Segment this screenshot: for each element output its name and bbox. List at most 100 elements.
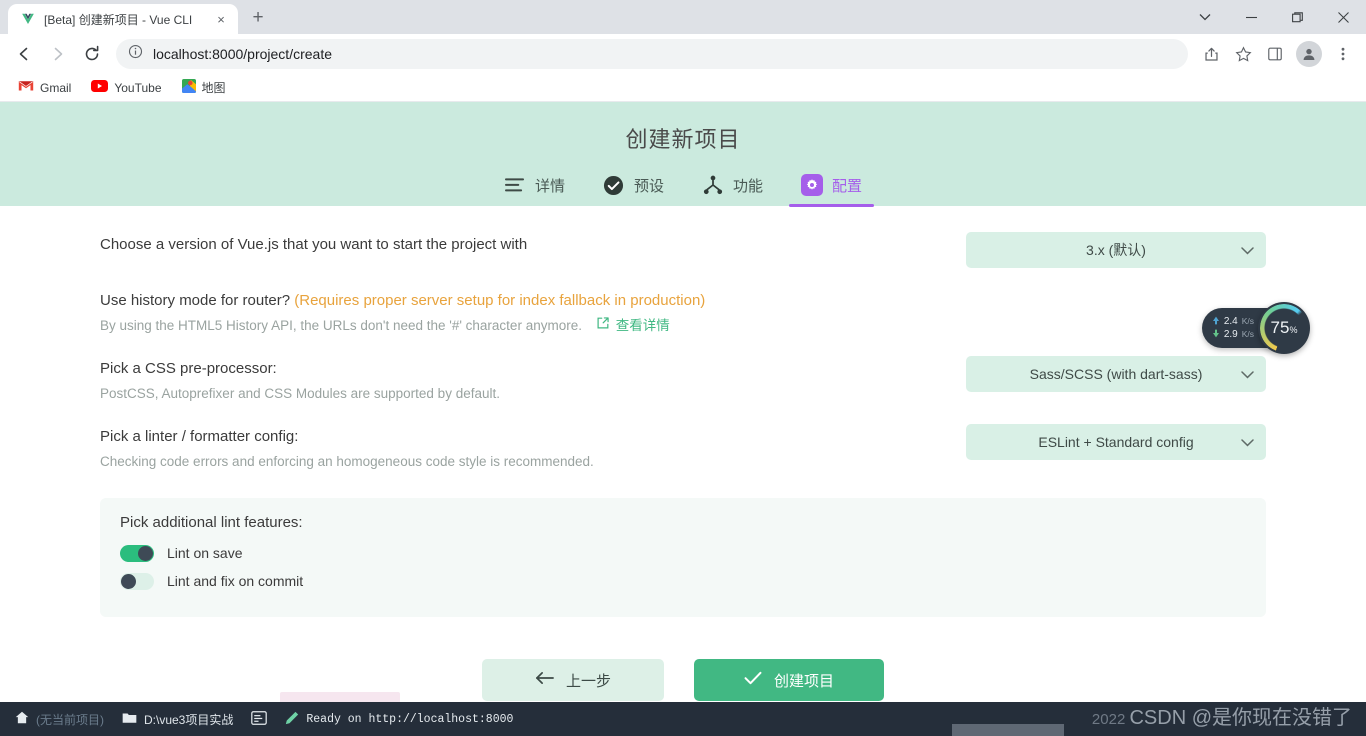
tab-details[interactable]: 详情 [504, 174, 565, 207]
bookmark-label: YouTube [114, 80, 162, 95]
taskbar-home-item[interactable]: (无当前项目) [6, 706, 113, 732]
bookmarks-bar: Gmail YouTube 地图 [0, 74, 1366, 102]
tab-label: 配置 [832, 177, 863, 195]
tab-features[interactable]: 功能 [702, 174, 763, 207]
reload-icon[interactable] [76, 38, 108, 70]
folder-icon [122, 712, 137, 727]
youtube-icon [91, 80, 109, 95]
step-tabs: 详情 预设 功能 配置 [504, 174, 875, 207]
css-preprocessor-select[interactable]: Sass/SCSS (with dart-sass) [966, 356, 1266, 392]
taskbar-folder-item[interactable]: D:\vue3项目实战 [113, 706, 242, 732]
bookmark-label: 地图 [201, 81, 226, 95]
taskbar-window-thumb[interactable] [952, 724, 1064, 736]
linter-config-select[interactable]: ESLint + Standard config [966, 424, 1266, 460]
upload-speed-value: 2.4 [1223, 316, 1238, 327]
view-details-link[interactable]: 查看详情 [596, 315, 670, 336]
select-value: 3.x (默认) [1086, 242, 1146, 258]
lint-features-panel: Pick additional lint features: Lint on s… [100, 498, 1266, 617]
list-icon [504, 174, 526, 196]
forward-icon[interactable] [42, 38, 74, 70]
tab-search-icon[interactable] [1182, 0, 1228, 34]
download-arrow-icon [1212, 329, 1220, 341]
previous-step-label: 上一步 [565, 672, 611, 690]
check-circle-icon [603, 174, 625, 196]
config-description: PostCSS, Autoprefixer and CSS Modules ar… [100, 386, 500, 401]
config-label: Pick a CSS pre-processor: [100, 360, 277, 377]
config-label: Pick a linter / formatter config: [100, 428, 299, 445]
lint-on-save-row[interactable]: Lint on save [120, 539, 1246, 567]
browser-menu-icon[interactable] [1328, 39, 1358, 69]
tab-label: 预设 [633, 177, 664, 195]
vue-version-select[interactable]: 3.x (默认) [966, 232, 1266, 268]
browser-tab[interactable]: [Beta] 创建新项目 - Vue CLI × [8, 4, 238, 34]
taskbar-terminal-item[interactable] [242, 706, 276, 732]
bookmark-youtube[interactable]: YouTube [83, 77, 169, 98]
bookmark-label: Gmail [40, 80, 72, 95]
toggle-knob [138, 545, 153, 561]
cpu-usage-value: 75% [1271, 318, 1298, 338]
terminal-icon [251, 710, 268, 728]
previous-step-button[interactable]: 上一步 [482, 659, 664, 701]
home-icon [15, 711, 29, 727]
bookmark-maps[interactable]: 地图 [174, 76, 234, 99]
tab-label: 功能 [733, 177, 764, 195]
lint-option-label: Lint on save [167, 545, 243, 561]
vue-logo-icon [20, 11, 36, 27]
share-icon[interactable] [1196, 39, 1226, 69]
minimize-icon[interactable] [1228, 0, 1274, 34]
tab-strip: [Beta] 创建新项目 - Vue CLI × + [0, 0, 272, 34]
upload-arrow-icon [1212, 316, 1220, 328]
taskbar-status-item[interactable]: Ready on http://localhost:8000 [276, 706, 522, 732]
view-details-label: 查看详情 [615, 318, 670, 333]
config-row-vue-version: Choose a version of Vue.js that you want… [100, 232, 1266, 268]
create-project-label: 创建项目 [773, 672, 834, 690]
config-row-history-mode: Use history mode for router? (Requires p… [100, 288, 1266, 336]
chevron-down-icon [1241, 366, 1254, 382]
side-panel-icon[interactable] [1260, 39, 1290, 69]
download-speed-value: 2.9 [1223, 329, 1238, 340]
config-warning-text: (Requires proper server setup for index … [294, 292, 706, 309]
browser-toolbar: localhost:8000/project/create [0, 34, 1366, 74]
gmail-icon [18, 80, 34, 95]
profile-avatar[interactable] [1296, 41, 1322, 67]
maximize-icon[interactable] [1274, 0, 1320, 34]
network-speed-widget[interactable]: 2.4 K/s 2.9 K/s 75% [1201, 302, 1310, 354]
lint-on-save-toggle[interactable] [120, 544, 154, 562]
select-value: Sass/SCSS (with dart-sass) [1029, 366, 1203, 382]
config-label-text: Use history mode for router? [100, 292, 291, 309]
site-info-icon[interactable] [128, 44, 143, 64]
chevron-down-icon [1241, 434, 1254, 450]
peek-window-thumbnail [280, 692, 400, 702]
browser-titlebar: [Beta] 创建新项目 - Vue CLI × + [0, 0, 1366, 34]
form-actions: 上一步 创建项目 [100, 659, 1266, 701]
config-form: Choose a version of Vue.js that you want… [0, 206, 1366, 701]
config-description: Checking code errors and enforcing an ho… [100, 454, 594, 469]
lint-fix-on-commit-toggle[interactable] [120, 572, 154, 590]
star-icon[interactable] [1228, 39, 1258, 69]
close-icon[interactable]: × [212, 10, 230, 28]
create-project-button[interactable]: 创建项目 [694, 659, 884, 701]
cpu-usage-number: 75 [1270, 318, 1290, 337]
back-icon[interactable] [8, 38, 40, 70]
window-close-icon[interactable] [1320, 0, 1366, 34]
features-node-icon [702, 174, 724, 196]
window-controls [1182, 0, 1366, 34]
lint-option-label: Lint and fix on commit [167, 573, 304, 589]
dev-server-status: Ready on http://localhost:8000 [306, 712, 514, 726]
lint-fix-on-commit-row[interactable]: Lint and fix on commit [120, 567, 1246, 595]
page-title: 创建新项目 [625, 127, 741, 152]
config-label: Use history mode for router? (Requires p… [100, 290, 705, 312]
tab-label: 详情 [534, 177, 565, 195]
new-tab-button[interactable]: + [244, 4, 272, 32]
address-bar[interactable]: localhost:8000/project/create [116, 39, 1188, 69]
tab-preset[interactable]: 预设 [603, 174, 664, 207]
download-speed-unit: K/s [1241, 329, 1254, 339]
tab-configuration[interactable]: 配置 [789, 174, 875, 207]
cpu-usage-unit: % [1289, 325, 1298, 335]
config-description-text: By using the HTML5 History API, the URLs… [100, 318, 582, 333]
maps-icon [181, 79, 196, 96]
bookmark-gmail[interactable]: Gmail [10, 77, 79, 98]
upload-speed-row: 2.4 K/s [1212, 316, 1254, 328]
vue-cli-page: 创建新项目 详情 预设 功能 配置 Choose a version of Vu… [0, 102, 1366, 734]
active-tab-indicator [789, 204, 875, 207]
